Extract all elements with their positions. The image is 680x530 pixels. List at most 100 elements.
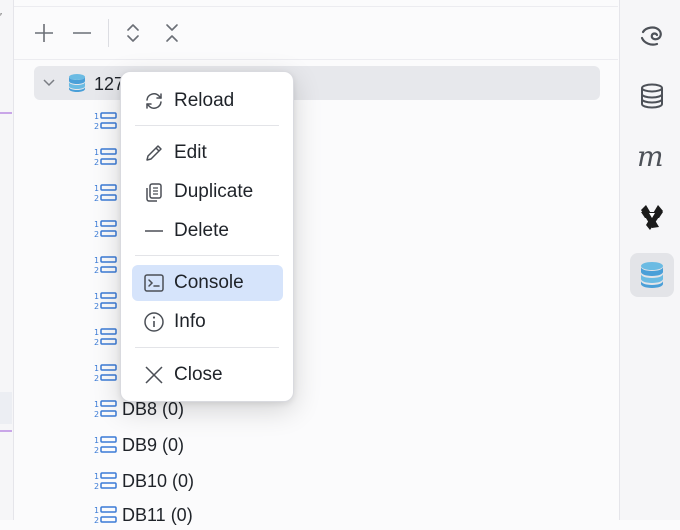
edge-selection (0, 392, 12, 424)
remove-button[interactable] (68, 19, 96, 47)
numbered-list-icon: 12 (94, 364, 117, 383)
svg-text:1: 1 (94, 400, 99, 409)
connection-tree-panel: 127 12 12 12 12 12 12 12 1 2 1 2 DB8 (0)… (14, 0, 618, 525)
svg-text:1: 1 (94, 436, 99, 445)
context-menu: Reload Edit Duplicate Delete Console Inf… (120, 71, 294, 402)
menu-item-label: Duplicate (174, 181, 254, 202)
edge-accent-line (0, 112, 12, 114)
minus-icon (142, 219, 166, 243)
numbered-list-icon: 12 (94, 472, 117, 491)
svg-text:2: 2 (94, 410, 99, 419)
database-icon (641, 83, 663, 109)
svg-text:2: 2 (94, 374, 99, 383)
duplicate-icon (142, 180, 166, 204)
numbered-list-icon: 12 (94, 148, 117, 167)
menu-item-duplicate[interactable]: Duplicate (132, 174, 283, 210)
info-icon (142, 310, 166, 334)
database-app-button[interactable] (630, 74, 674, 118)
star-app-button[interactable] (630, 194, 674, 238)
database-row[interactable]: 12 (94, 178, 122, 208)
connection-node[interactable]: 127 (34, 66, 600, 100)
menu-item-info[interactable]: Info (132, 304, 283, 340)
terminal-icon (142, 271, 166, 295)
plus-icon (35, 24, 53, 42)
database-row-db11[interactable]: 12 DB11 (0) (94, 500, 193, 530)
database-label: DB11 (0) (122, 504, 193, 525)
star-logo-icon (641, 205, 663, 230)
svg-text:2: 2 (94, 446, 99, 455)
numbered-list-icon: 12 (94, 400, 117, 419)
svg-text:2: 2 (94, 338, 99, 347)
svg-text:2: 2 (94, 516, 99, 525)
tree-toolbar (14, 6, 618, 60)
svg-text:2: 2 (94, 158, 99, 167)
svg-text:2: 2 (94, 302, 99, 311)
svg-text:1: 1 (94, 112, 99, 121)
numbered-list-icon: 12 (94, 256, 117, 275)
left-panel-edge: ′ (0, 0, 14, 520)
database-row[interactable]: 12 (94, 286, 122, 316)
numbered-list-icon: 12 (94, 184, 117, 203)
menu-item-delete[interactable]: Delete (132, 213, 283, 249)
numbered-list-icon: 12 (94, 112, 117, 131)
menu-item-label: Edit (174, 142, 207, 163)
menu-item-label: Close (174, 364, 223, 385)
right-activity-bar: m (619, 0, 680, 520)
minus-icon (73, 32, 91, 34)
numbered-list-icon: 12 (94, 292, 117, 311)
add-button[interactable] (30, 19, 58, 47)
menu-item-label: Reload (174, 90, 235, 111)
menu-item-label: Delete (174, 220, 229, 241)
database-row[interactable]: 12 (94, 214, 122, 244)
svg-text:1: 1 (94, 184, 99, 193)
svg-text:2: 2 (94, 230, 99, 239)
menu-item-console[interactable]: Console (132, 265, 283, 301)
m-app-button[interactable]: m (630, 134, 674, 178)
svg-text:1: 1 (94, 292, 99, 301)
swirl-app-button[interactable] (630, 14, 674, 58)
numbered-list-icon: 12 (94, 436, 117, 455)
database-active-button[interactable] (630, 253, 674, 297)
svg-text:1: 1 (94, 328, 99, 337)
svg-text:1: 1 (94, 364, 99, 373)
svg-text:1: 1 (94, 506, 99, 515)
swirl-logo-icon (640, 26, 662, 46)
reload-icon (142, 89, 166, 113)
menu-item-edit[interactable]: Edit (132, 135, 283, 171)
expand-all-button[interactable] (119, 19, 147, 47)
menu-item-label: Console (174, 272, 244, 293)
database-row-db9[interactable]: 12 DB9 (0) (94, 430, 184, 460)
pencil-icon (142, 141, 166, 165)
numbered-list-icon: 12 (94, 506, 117, 525)
database-row[interactable]: 12 (94, 322, 122, 352)
database-row[interactable]: 12 (94, 142, 122, 172)
database-stack-icon (69, 74, 85, 92)
menu-item-close[interactable]: Close (132, 357, 283, 393)
edge-mark: ′ (0, 12, 2, 23)
database-label: DB9 (0) (122, 434, 185, 455)
collapse-vertical-icon (166, 24, 178, 42)
chevron-down-icon[interactable] (42, 76, 56, 90)
database-row[interactable]: 12 (94, 358, 122, 388)
menu-separator (135, 255, 279, 256)
svg-text:2: 2 (94, 482, 99, 491)
menu-separator (135, 125, 279, 126)
svg-text:1: 1 (94, 148, 99, 157)
database-row-db10[interactable]: 12 DB10 (0) (94, 466, 194, 496)
toolbar-divider (108, 19, 109, 47)
svg-text:2: 2 (94, 194, 99, 203)
numbered-list-icon: 12 (94, 328, 117, 347)
menu-separator (135, 347, 279, 348)
database-row[interactable]: 12 (94, 106, 122, 136)
menu-item-reload[interactable]: Reload (132, 83, 283, 119)
svg-text:2: 2 (94, 122, 99, 131)
database-active-icon (641, 262, 663, 288)
close-icon (142, 363, 166, 387)
collapse-all-button[interactable] (158, 19, 186, 47)
svg-text:1: 1 (94, 472, 99, 481)
numbered-list-icon: 12 (94, 220, 117, 239)
database-row[interactable]: 12 (94, 250, 122, 280)
m-logo-icon: m (637, 142, 664, 170)
svg-text:1: 1 (94, 256, 99, 265)
menu-item-label: Info (174, 311, 206, 332)
